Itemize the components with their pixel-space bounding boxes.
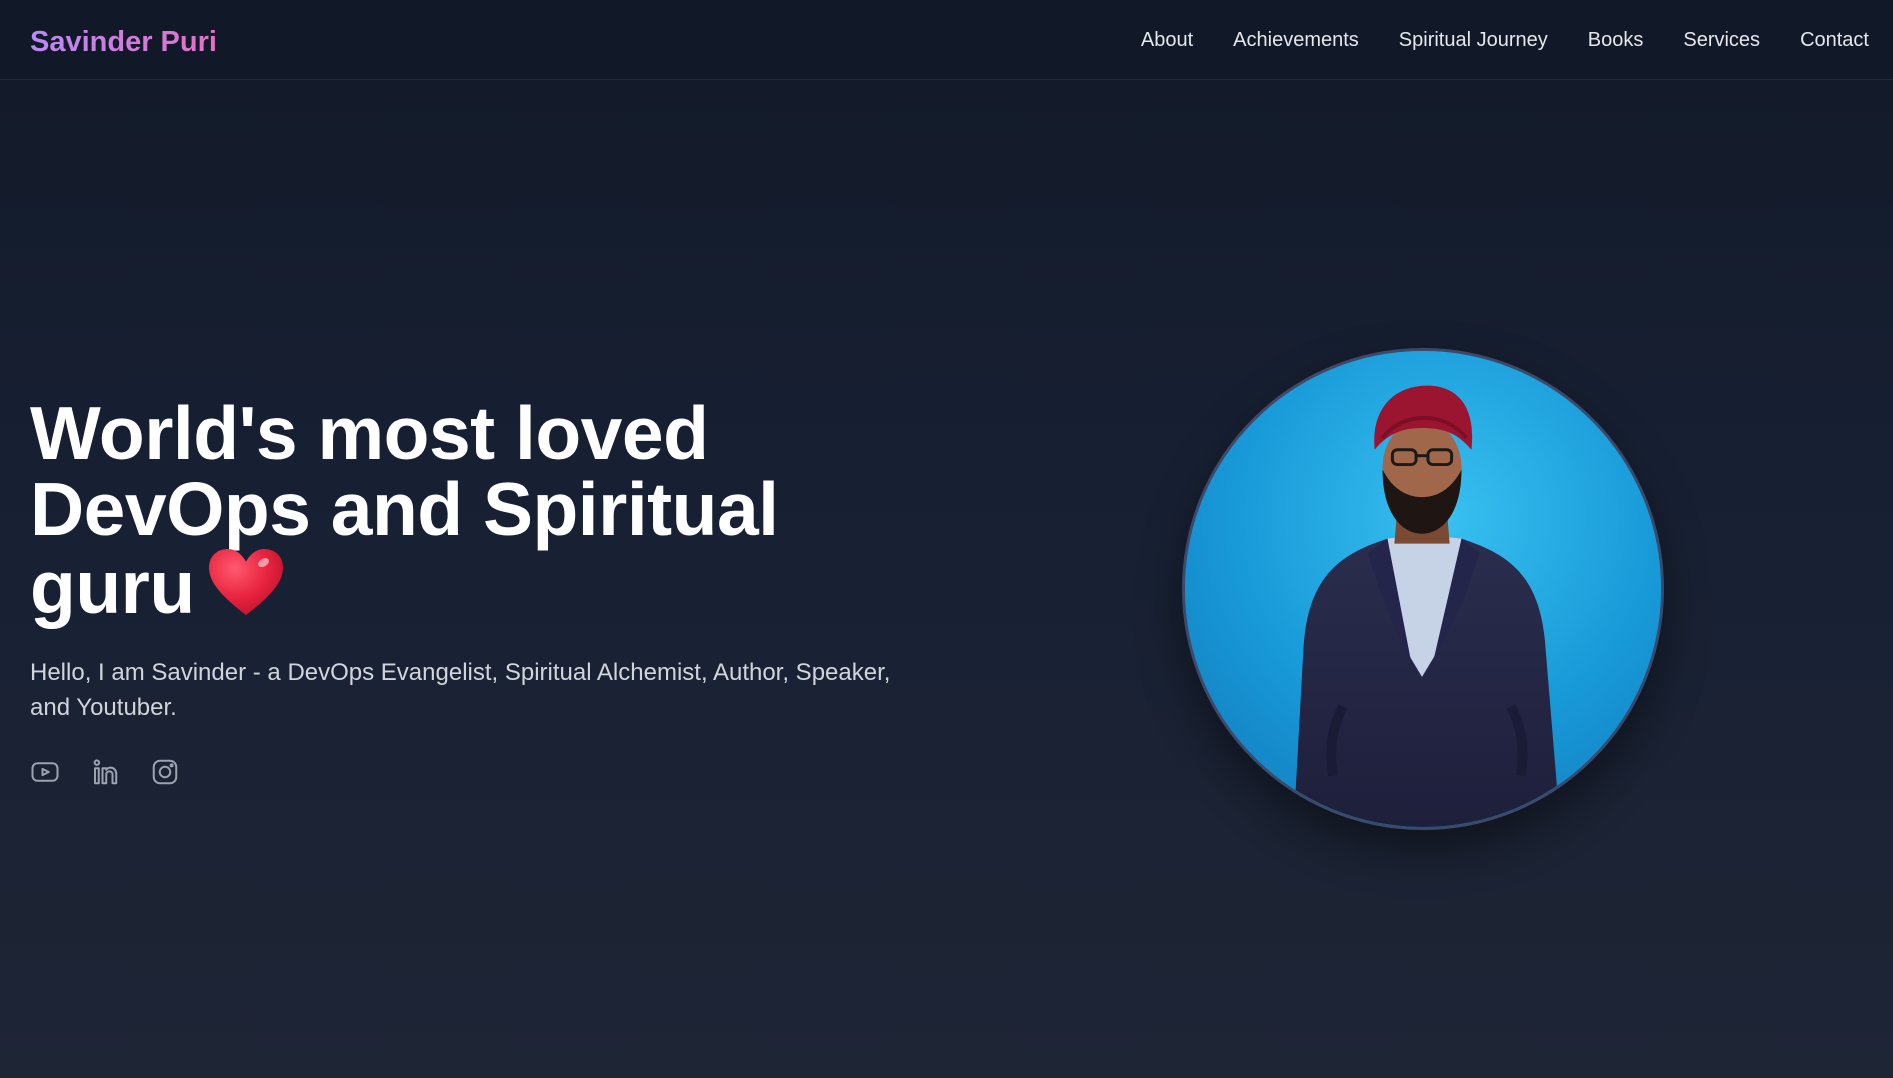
- nav-link-contact[interactable]: Contact: [1800, 29, 1869, 52]
- linkedin-icon[interactable]: [90, 757, 120, 787]
- headline-line-3: guru: [30, 545, 195, 629]
- instagram-icon[interactable]: [150, 757, 180, 787]
- nav-link-books[interactable]: Books: [1588, 29, 1644, 52]
- headline-line-1: World's most loved: [30, 391, 709, 475]
- nav-link-achievements[interactable]: Achievements: [1233, 29, 1359, 52]
- nav-link-spiritual-journey[interactable]: Spiritual Journey: [1399, 29, 1548, 52]
- nav-link-about[interactable]: About: [1141, 29, 1193, 52]
- hero-headline: World's most loved DevOps and Spiritual …: [30, 395, 930, 625]
- headline-line-2: DevOps and Spiritual: [30, 467, 779, 551]
- hero-section: World's most loved DevOps and Spiritual …: [30, 395, 930, 725]
- portrait-illustration: [1185, 351, 1661, 827]
- brand-logo[interactable]: Savinder Puri: [30, 22, 217, 62]
- youtube-icon[interactable]: [30, 757, 60, 787]
- nav-links: About Achievements Spiritual Journey Boo…: [1101, 0, 1869, 80]
- hero-subtitle: Hello, I am Savinder - a DevOps Evangeli…: [30, 659, 891, 721]
- social-links: [30, 757, 210, 787]
- portrait-photo: [1182, 348, 1664, 830]
- heart-emoji-icon: [207, 547, 285, 619]
- navbar: Savinder Puri About Achievements Spiritu…: [0, 0, 1893, 80]
- nav-link-services[interactable]: Services: [1683, 29, 1760, 52]
